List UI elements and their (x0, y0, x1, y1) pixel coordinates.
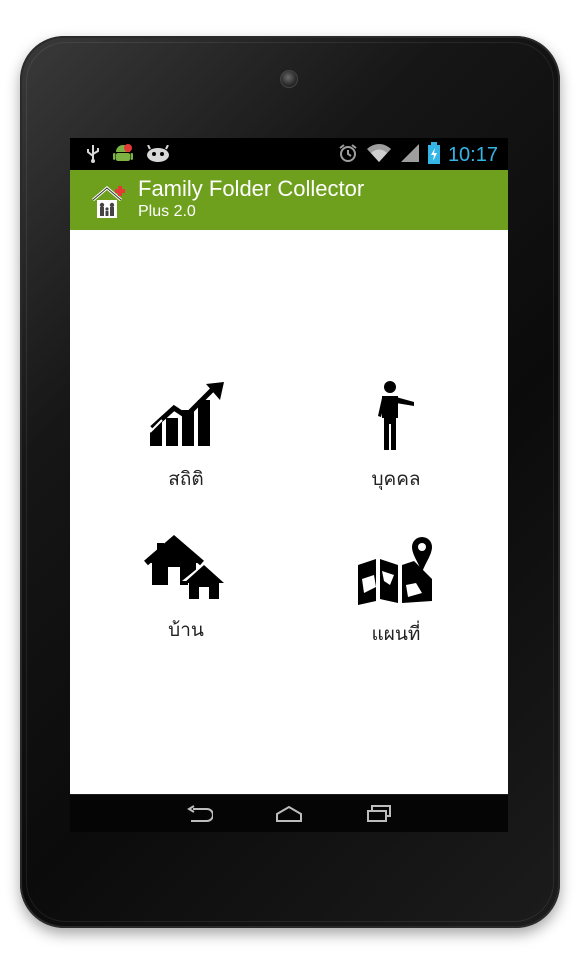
map-icon (354, 535, 438, 607)
action-bar: Family Folder Collector Plus 2.0 (70, 170, 508, 230)
navigation-bar (70, 794, 508, 832)
menu-item-house[interactable]: บ้าน (106, 535, 266, 675)
menu-item-label: แผนที่ (371, 623, 421, 645)
android-icon (112, 144, 134, 168)
person-icon (356, 380, 436, 452)
menu-item-person[interactable]: บุคคล (316, 380, 476, 520)
screen: 10:17 Family Folder Collector Plus 2.0 ส… (70, 138, 508, 832)
menu-item-label: บ้าน (168, 619, 204, 641)
menu-item-label: สถิติ (168, 468, 204, 490)
menu-item-statistics[interactable]: สถิติ (106, 380, 266, 520)
notification-icon (146, 144, 170, 167)
menu-item-map[interactable]: แผนที่ (316, 535, 476, 675)
main-menu: สถิติ บุคคล บ้าน แผนที่ (70, 230, 508, 794)
wifi-icon (366, 143, 392, 167)
back-icon[interactable] (179, 801, 219, 827)
front-camera (280, 70, 298, 88)
status-time: 10:17 (447, 144, 498, 166)
alarm-icon (338, 143, 358, 167)
house-icon (144, 535, 228, 603)
usb-icon (86, 144, 100, 168)
app-subtitle: Plus 2.0 (138, 203, 196, 220)
home-icon[interactable] (269, 801, 309, 827)
battery-charging-icon (427, 142, 440, 168)
app-title: Family Folder Collector (138, 176, 365, 201)
recent-apps-icon[interactable] (359, 801, 399, 827)
signal-icon (400, 143, 420, 167)
menu-item-label: บุคคล (371, 468, 421, 490)
app-logo-icon[interactable] (90, 184, 128, 220)
statistics-chart-icon (146, 380, 226, 452)
status-bar: 10:17 (70, 138, 508, 170)
status-bar-right: 10:17 (338, 142, 498, 168)
status-bar-left (86, 144, 170, 168)
